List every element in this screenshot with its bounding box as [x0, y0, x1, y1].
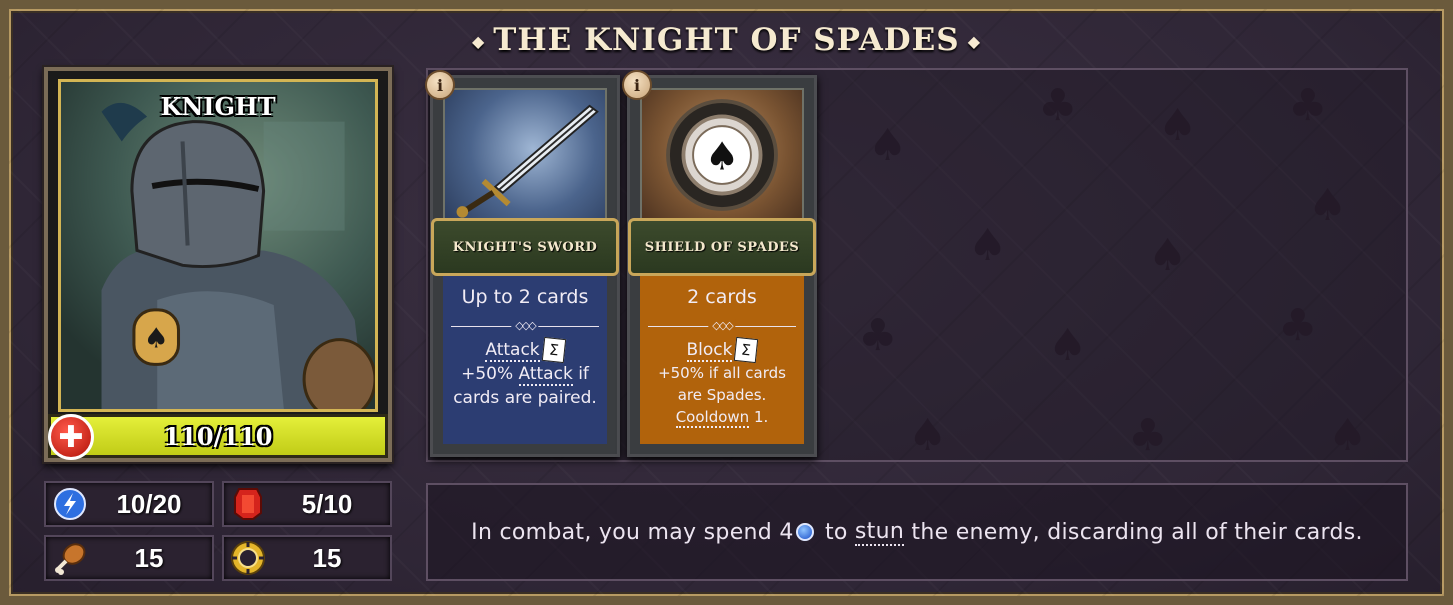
svg-text:♠: ♠: [1048, 320, 1087, 371]
food-stat[interactable]: 15: [44, 535, 214, 581]
card-cost: 2 cards: [687, 286, 757, 308]
health-cross-icon: ✚: [48, 414, 94, 460]
card-sum-icon: Σ: [541, 336, 566, 364]
character-name: KNIGHT: [160, 92, 276, 121]
knight-illustration: ♠: [101, 102, 375, 409]
page-title: ◆ THE KNIGHT OF SPADES ◆: [0, 22, 1453, 58]
diamond-icon: ◆: [967, 32, 981, 51]
item-card-shield-of-spades[interactable]: ♠ SHIELD OF SPADES 2 cards ◇◇◇ Block Σ +5…: [622, 70, 817, 457]
diamond-icon: ◆: [471, 32, 486, 51]
food-value: 15: [134, 542, 164, 573]
svg-text:♠: ♠: [1158, 100, 1197, 151]
ability-description: In combat, you may spend 4 to stun the e…: [426, 483, 1408, 581]
svg-text:♣: ♣: [1038, 80, 1077, 131]
card-name: SHIELD OF SPADES: [644, 239, 800, 255]
svg-text:♣: ♣: [1288, 80, 1327, 131]
desc-text: In combat, you may spend 4: [471, 519, 794, 545]
energy-icon: [795, 523, 814, 541]
effect-text: 1.: [753, 408, 769, 426]
character-portrait[interactable]: ♠ KNIGHT 110/110 ✚: [44, 67, 392, 462]
gold-stat[interactable]: 15: [222, 535, 392, 581]
card-body: Up to 2 cards ◇◇◇ Attack Σ +50% Attack if…: [443, 276, 607, 444]
gems-stat[interactable]: 5/10: [222, 481, 392, 527]
ornament-divider: ◇◇◇: [451, 319, 599, 332]
cooldown-keyword[interactable]: Cooldown: [675, 408, 750, 428]
casino-chip-icon: [230, 540, 266, 576]
title-text: THE KNIGHT OF SPADES: [493, 22, 960, 58]
svg-text:♠: ♠: [968, 220, 1007, 271]
attack-keyword[interactable]: Attack: [518, 364, 573, 386]
card-body: 2 cards ◇◇◇ Block Σ +50% if all cards are…: [640, 276, 804, 444]
spade-shield-icon: ♠: [666, 99, 778, 211]
energy-stat[interactable]: 10/20: [44, 481, 214, 527]
attack-keyword[interactable]: Attack: [485, 340, 540, 362]
ruby-gem-icon: [230, 486, 266, 522]
desc-text: to: [824, 519, 848, 545]
card-art-shield: ♠: [640, 88, 804, 223]
drumstick-icon: [52, 540, 88, 576]
svg-text:♠: ♠: [908, 410, 947, 460]
health-value: 110/110: [163, 421, 273, 451]
stun-keyword[interactable]: stun: [854, 519, 905, 546]
effect-text: cards are paired.: [453, 388, 597, 408]
effect-text: if: [578, 364, 589, 384]
effect-text: +50%: [461, 364, 514, 384]
health-bar: 110/110 ✚: [48, 414, 388, 460]
desc-text: the enemy, discarding all of their cards…: [911, 519, 1363, 545]
svg-text:♠: ♠: [1148, 230, 1187, 281]
item-card-knights-sword[interactable]: KNIGHT'S SWORD Up to 2 cards ◇◇◇ Attack Σ…: [425, 70, 620, 457]
svg-text:♠: ♠: [1328, 410, 1367, 460]
ornament-divider: ◇◇◇: [648, 319, 796, 332]
svg-text:♣: ♣: [1278, 300, 1317, 351]
info-button[interactable]: i: [622, 70, 652, 100]
card-art-sword: [443, 88, 607, 223]
svg-text:♠: ♠: [705, 134, 740, 179]
svg-text:♣: ♣: [1128, 410, 1167, 460]
gems-value: 5/10: [301, 488, 353, 519]
svg-text:♠: ♠: [1308, 180, 1347, 231]
svg-text:♣: ♣: [858, 310, 897, 361]
gold-value: 15: [312, 542, 342, 573]
effect-text: +50% if all cards are Spades.: [658, 364, 786, 404]
energy-icon: [52, 486, 88, 522]
card-effect: Attack Σ +50% Attack if cards are paired.: [451, 336, 599, 410]
card-sum-icon: Σ: [734, 336, 759, 364]
card-title-banner: SHIELD OF SPADES: [628, 218, 816, 276]
card-cost: Up to 2 cards: [461, 286, 589, 308]
card-title-banner: KNIGHT'S SWORD: [431, 218, 619, 276]
svg-text:♠: ♠: [143, 322, 168, 355]
info-button[interactable]: i: [425, 70, 455, 100]
energy-value: 10/20: [116, 488, 182, 519]
block-keyword[interactable]: Block: [686, 339, 733, 362]
sword-icon: [456, 104, 599, 218]
card-name: KNIGHT'S SWORD: [452, 239, 598, 255]
svg-text:♠: ♠: [868, 120, 907, 171]
card-effect: Block Σ +50% if all cards are Spades. Coo…: [648, 336, 796, 428]
portrait-art: ♠ KNIGHT: [58, 79, 378, 412]
